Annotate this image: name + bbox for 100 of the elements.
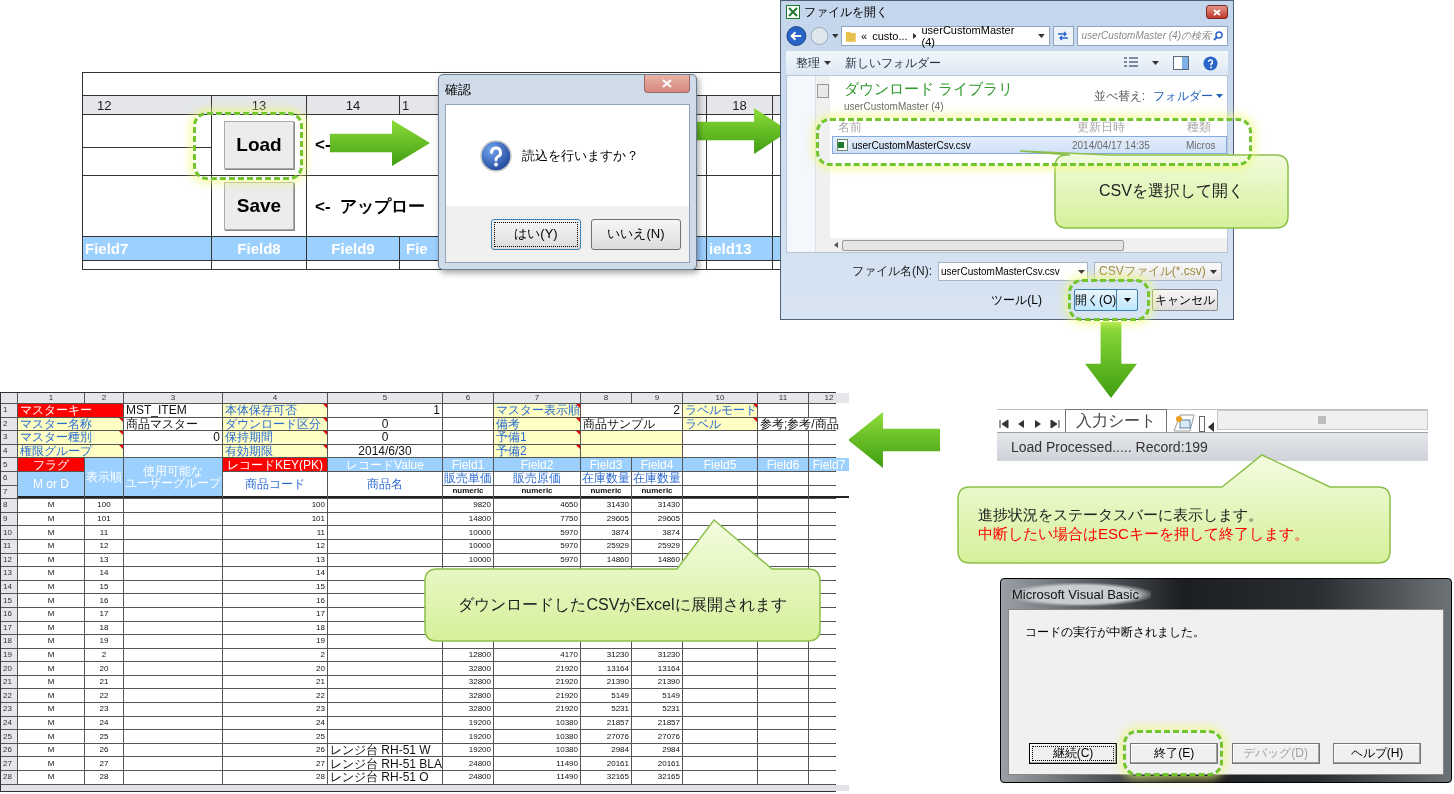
callout-text: ダウンロードしたCSVがExcelに展開されます [458,594,787,615]
scrollbar[interactable] [816,76,830,252]
field-value: 商品マスター [124,417,222,431]
previous-sheet-icon[interactable] [1016,419,1026,429]
table-cell: 100 [85,499,123,512]
sheet-button[interactable]: Save [224,182,294,230]
refresh-icon [1057,31,1070,41]
breadcrumb[interactable]: custo... [872,30,908,42]
row-header: 19 [1,648,17,662]
table-cell: 29605 [581,512,631,526]
table-cell: 2 [85,648,123,662]
table-cell: M [18,703,84,716]
preview-pane-icon[interactable] [1173,56,1189,70]
table-cell: レンジ台 RH-51 BLA [328,757,442,771]
breadcrumb[interactable]: « [861,30,868,42]
last-sheet-icon[interactable] [1050,419,1060,429]
data-type: numeric [581,485,631,499]
status-text: Load Processed..... Record:199 [1011,439,1208,455]
scrollbar[interactable] [1217,410,1428,430]
table-cell [758,757,808,771]
column-header: 8 [581,393,631,403]
table-cell [443,431,493,444]
table-cell: 20161 [581,757,631,771]
table-cell: 32800 [443,689,493,703]
dialog-title: 確認 [445,80,471,99]
table-cell: 28 [85,771,123,784]
row-header: 8 [1,499,17,512]
file-name-field[interactable]: userCustomMasterCsv.csv [938,262,1088,281]
table-cell: 5231 [632,703,682,716]
table-cell: M [18,607,84,621]
dialog-button[interactable]: 継続(C) [1029,743,1117,764]
column-heading: フラグ [18,458,84,471]
column-header: 13 [212,96,306,114]
table-cell: 14860 [581,553,631,567]
refresh-button[interactable] [1052,26,1074,46]
sheet-button[interactable]: Load [224,121,294,169]
field-label: 本体保存可否 [223,404,327,417]
table-cell: 13164 [632,662,682,675]
dialog-button[interactable]: いいえ(N) [591,218,681,250]
column-heading: Field1 [443,458,493,471]
help-icon[interactable] [1203,55,1218,71]
table-cell: 25 [85,730,123,743]
dialog-button[interactable]: 終了(E) [1130,743,1219,764]
close-icon [662,79,672,88]
chevron-icon [912,33,917,39]
table-cell: 12 [223,539,327,553]
row-header: 18 [1,635,17,648]
field-value: 0 [328,431,442,444]
dialog-button[interactable]: はい(Y) [491,218,581,250]
field-label: ファイル名(N): [852,263,932,280]
table-cell: 19200 [443,730,493,743]
csv-file-icon [837,139,848,151]
caret-icon [1123,298,1131,302]
search-field[interactable]: userCustomMaster (4)の検索 [1076,26,1228,46]
table-cell: 24800 [443,757,493,771]
open-button[interactable]: 開く(O) [1074,289,1138,311]
table-cell: M [18,499,84,512]
column-header: 11 [758,393,808,403]
scroll-left-icon[interactable] [1208,422,1214,432]
toolbar-button[interactable]: 整理 [796,54,831,72]
table-cell: 15 [85,580,123,594]
column-heading: Field7 [809,458,849,471]
field-value: 0 [328,417,442,431]
close-button[interactable] [644,75,690,93]
cancel-button[interactable]: キャンセル [1152,289,1218,311]
tools-menu[interactable]: ツール(L) [991,291,1042,309]
table-cell [758,716,808,730]
data-type: numeric [494,485,580,499]
row-header: 10 [1,526,17,539]
row-header: 28 [1,771,17,784]
dialog-button[interactable]: ヘルプ(H) [1333,743,1421,764]
row-header: 15 [1,594,17,607]
table-cell: M [18,594,84,607]
address-field[interactable]: « custo... userCustomMaster (4) [841,26,1050,46]
table-cell: 9820 [443,499,493,512]
first-sheet-icon[interactable] [999,419,1009,429]
row-header: 14 [1,580,17,594]
table-cell [758,404,808,417]
table-cell: 21857 [632,716,682,730]
breadcrumb[interactable]: userCustomMaster (4) [921,24,1028,48]
arrow-note: <- [314,135,331,155]
table-cell: M [18,539,84,553]
back-button[interactable] [786,25,807,47]
table-cell: レンジ台 RH-51 O [328,771,442,784]
splitter-icon[interactable] [1199,416,1205,432]
next-sheet-icon[interactable] [1033,419,1043,429]
table-cell: 21390 [632,675,682,689]
table-cell: M [18,635,84,648]
field-value: MST_ITEM [124,404,222,417]
toolbar-button[interactable]: 新しいフォルダー [845,54,941,72]
sheet-tab[interactable]: 入力シート [1065,409,1167,432]
table-cell: 17 [223,607,327,621]
file-row[interactable]: userCustomMasterCsv.csv 2014/04/17 14:35 Micros [832,136,1227,154]
table-cell: 27076 [581,730,631,743]
view-list-icon[interactable] [1124,57,1138,69]
scrollbar[interactable] [830,238,1227,252]
table-cell: 32800 [443,675,493,689]
table-cell: 5149 [581,689,631,703]
close-button[interactable] [1206,5,1228,19]
sort-dropdown[interactable]: フォルダー [1153,87,1223,105]
